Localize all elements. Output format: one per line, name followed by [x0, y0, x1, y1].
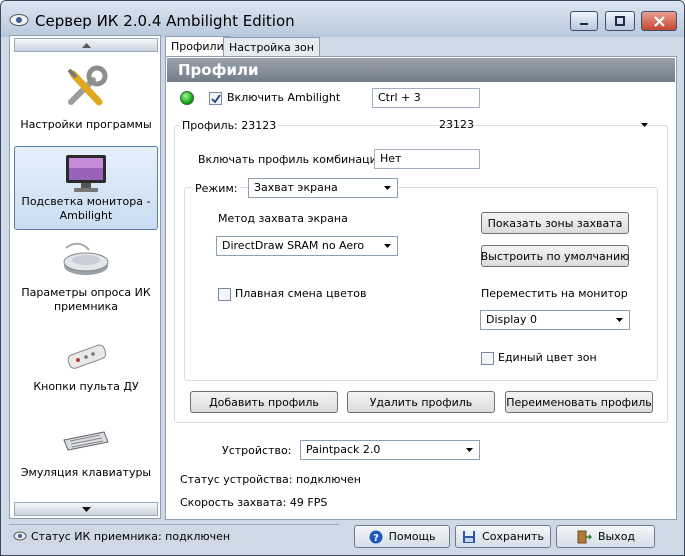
- smooth-colors-checkbox[interactable]: [218, 288, 231, 301]
- capture-method-label: Метод захвата экрана: [218, 212, 348, 225]
- save-icon: [463, 530, 476, 543]
- monitor-select-value: Display 0: [486, 313, 538, 326]
- enable-ambilight-label: Включить Ambilight: [227, 91, 341, 104]
- chevron-down-icon: [384, 244, 391, 248]
- maximize-button[interactable]: [605, 11, 635, 31]
- sidebar-item-keyboard[interactable]: Эмуляция клавиатуры: [14, 424, 158, 486]
- add-profile-button[interactable]: Добавить профиль: [190, 391, 338, 413]
- minimize-button[interactable]: [570, 11, 598, 31]
- ir-eye-icon: [13, 531, 27, 541]
- profile-select[interactable]: 23123: [434, 116, 654, 136]
- remote-eye-icon: [9, 14, 29, 26]
- sidebar-item-ir-params[interactable]: Параметры опроса ИК приемника: [14, 236, 158, 320]
- hotkey-field[interactable]: Ctrl + 3: [372, 88, 480, 108]
- delete-profile-button[interactable]: Удалить профиль: [347, 391, 495, 413]
- single-color-checkbox[interactable]: [481, 352, 494, 365]
- smooth-colors-label: Плавная смена цветов: [235, 287, 367, 300]
- sidebar-item-label: Настройки программы: [20, 118, 152, 131]
- chevron-down-icon: [616, 318, 623, 322]
- mode-select-value: Захват экрана: [254, 181, 338, 194]
- chevron-down-icon: [641, 123, 648, 127]
- tab-profiles[interactable]: Профили: [165, 36, 230, 57]
- maximize-icon: [615, 16, 625, 26]
- combo-label: Включать профиль комбинацией:: [198, 153, 395, 166]
- monitor-select[interactable]: Display 0: [480, 310, 630, 330]
- capture-speed: Скорость захвата: 49 FPS: [180, 496, 328, 509]
- show-zones-button[interactable]: Показать зоны захвата: [481, 212, 629, 234]
- combo-field[interactable]: Нет: [374, 149, 480, 169]
- sidebar-item-settings[interactable]: Настройки программы: [14, 58, 158, 146]
- title-bar[interactable]: Сервер ИК 2.0.4 Ambilight Edition: [1, 1, 684, 37]
- device-label: Устройство:: [222, 444, 292, 457]
- arrow-down-icon: [81, 506, 91, 512]
- checkmark-icon: [211, 94, 221, 104]
- chevron-down-icon: [466, 448, 473, 452]
- rename-profile-button[interactable]: Переименовать профиль: [505, 391, 653, 413]
- exit-door-icon: [577, 530, 592, 543]
- svg-text:?: ?: [373, 533, 379, 544]
- keyboard-icon: [63, 431, 109, 451]
- close-icon: [653, 15, 665, 27]
- save-button[interactable]: Сохранить: [455, 525, 551, 548]
- sidebar-scroll-down[interactable]: [14, 502, 158, 516]
- move-monitor-label: Переместить на монитор: [481, 287, 628, 300]
- status-led-icon: [180, 91, 194, 105]
- chevron-down-icon: [384, 186, 391, 190]
- capture-method-value: DirectDraw SRAM no Aero: [222, 239, 365, 252]
- close-button[interactable]: [641, 11, 677, 31]
- sidebar-item-label: Подсветка монитора - Ambilight: [21, 195, 151, 222]
- app-window: Сервер ИК 2.0.4 Ambilight Edition Настро…: [0, 0, 685, 556]
- arrow-up-icon: [81, 42, 91, 48]
- tab-zones[interactable]: Настройка зон: [223, 37, 320, 57]
- panel-title: Профили: [167, 58, 675, 82]
- sidebar-item-label: Эмуляция клавиатуры: [20, 466, 152, 479]
- exit-button-label: Выход: [597, 530, 636, 543]
- device-status: Статус устройства: подключен: [180, 473, 361, 486]
- help-button-label: Помощь: [388, 530, 436, 543]
- remote-control-icon: [67, 344, 107, 369]
- exit-button[interactable]: Выход: [556, 525, 655, 548]
- sidebar-item-label: Параметры опроса ИК приемника: [21, 286, 151, 313]
- tools-icon: [67, 65, 108, 106]
- sidebar-scroll-up[interactable]: [14, 38, 158, 52]
- window-title: Сервер ИК 2.0.4 Ambilight Edition: [35, 12, 295, 30]
- help-icon: ?: [369, 530, 383, 544]
- profile-label: Профиль: 23123: [180, 119, 279, 132]
- capture-method-select[interactable]: DirectDraw SRAM no Aero: [216, 236, 398, 256]
- monitor-icon: [66, 155, 106, 192]
- single-color-label: Единый цвет зон: [498, 351, 597, 364]
- sidebar-item-label: Кнопки пульта ДУ: [33, 380, 139, 393]
- profiles-panel: Профили Включить Ambilight Ctrl + 3 Проф…: [165, 56, 677, 520]
- help-button[interactable]: ? Помощь: [354, 525, 450, 548]
- sidebar-item-remote-buttons[interactable]: Кнопки пульта ДУ: [14, 338, 158, 404]
- mode-select[interactable]: Захват экрана: [248, 178, 398, 198]
- save-button-label: Сохранить: [482, 530, 544, 543]
- defaults-button[interactable]: Выстроить по умолчанию: [481, 245, 629, 267]
- minimize-icon: [580, 23, 588, 25]
- enable-ambilight-checkbox[interactable]: [209, 92, 222, 105]
- receiver-status: Статус ИК приемника: подключен: [31, 530, 231, 543]
- mode-label: Режим:: [192, 182, 241, 195]
- profile-select-value: 23123: [439, 118, 474, 131]
- device-select[interactable]: Paintpack 2.0: [300, 440, 480, 460]
- ir-receiver-icon: [63, 242, 109, 275]
- sidebar-item-ambilight[interactable]: Подсветка монитора - Ambilight: [14, 146, 158, 230]
- sidebar: Настройки программы Подсветка монитора -…: [9, 35, 161, 519]
- device-select-value: Paintpack 2.0: [306, 443, 381, 456]
